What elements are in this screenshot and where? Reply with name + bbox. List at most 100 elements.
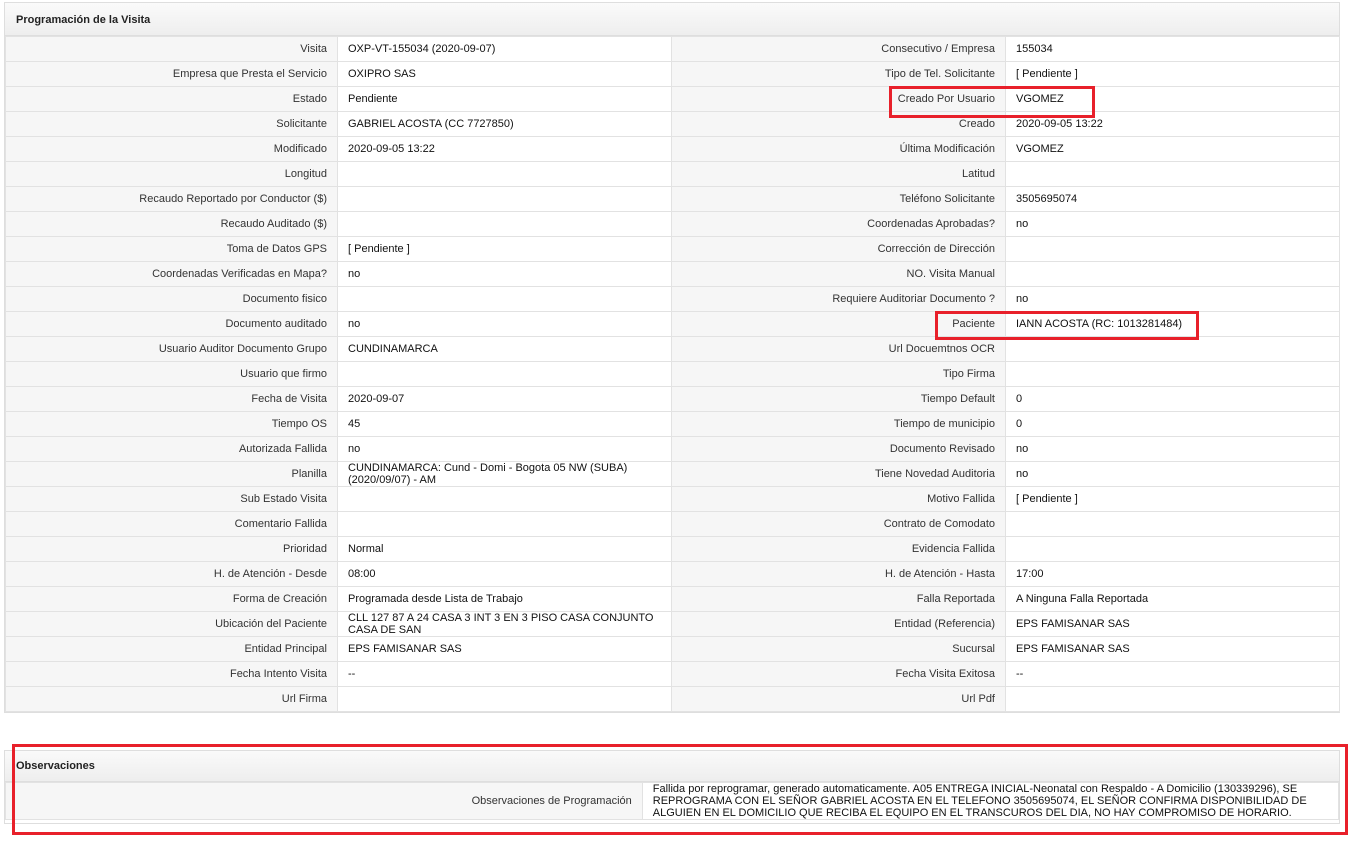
field-value: 08:00 (337, 561, 672, 587)
field-label: Evidencia Fallida (671, 536, 1006, 562)
field-label: Tiene Novedad Auditoria (671, 461, 1006, 487)
field-value (1005, 261, 1340, 287)
field-value (337, 161, 672, 187)
field-label: Solicitante (5, 111, 338, 137)
field-value: OXP-VT-155034 (2020-09-07) (337, 36, 672, 62)
field-value: 2020-09-05 13:22 (1005, 111, 1340, 137)
field-label: Teléfono Solicitante (671, 186, 1006, 212)
field-label: Corrección de Dirección (671, 236, 1006, 262)
table-row: Entidad Principal EPS FAMISANAR SAS Sucurs… (5, 636, 1340, 662)
field-label: Creado Por Usuario (671, 86, 1006, 112)
field-value: no (1005, 286, 1340, 312)
field-label: Sub Estado Visita (5, 486, 338, 512)
field-value: no (1005, 461, 1340, 487)
field-label: Documento fisico (5, 286, 338, 312)
field-value: Programada desde Lista de Trabajo (337, 586, 672, 612)
field-value: no (1005, 436, 1340, 462)
field-value (337, 211, 672, 237)
field-label: H. de Atención - Desde (5, 561, 338, 587)
field-label: Url Docuemtnos OCR (671, 336, 1006, 362)
field-value (1005, 161, 1340, 187)
field-label: Url Firma (5, 686, 338, 712)
table-row: Prioridad Normal Evidencia Fallida (5, 536, 1340, 562)
table-row: Visita OXP-VT-155034 (2020-09-07) Consecut… (5, 36, 1340, 62)
field-value: VGOMEZ (1005, 136, 1340, 162)
field-value (1005, 236, 1340, 262)
field-value: EPS FAMISANAR SAS (1005, 636, 1340, 662)
field-value (1005, 511, 1340, 537)
field-value (337, 186, 672, 212)
field-value: no (337, 436, 672, 462)
field-label: Fecha Intento Visita (5, 661, 338, 687)
field-value: GABRIEL ACOSTA (CC 7727850) (337, 111, 672, 137)
table-row: Comentario Fallida Contrato de Comodato (5, 511, 1340, 537)
field-label: Comentario Fallida (5, 511, 338, 537)
table-row: Modificado 2020-09-05 13:22 Última Modific… (5, 136, 1340, 162)
field-label: Falla Reportada (671, 586, 1006, 612)
programacion-table: Visita OXP-VT-155034 (2020-09-07) Consecut… (5, 36, 1340, 712)
field-value: EPS FAMISANAR SAS (337, 636, 672, 662)
field-value: Normal (337, 536, 672, 562)
table-row: Sub Estado Visita Motivo Fallida[ Pendien… (5, 486, 1340, 512)
field-label: Prioridad (5, 536, 338, 562)
observaciones-label: Observaciones de Programación (5, 782, 643, 820)
field-value (337, 511, 672, 537)
field-label: Requiere Auditoriar Documento ? (671, 286, 1006, 312)
field-label: Última Modificación (671, 136, 1006, 162)
table-row: Recaudo Reportado por Conductor ($) Teléf… (5, 186, 1340, 212)
field-label: Toma de Datos GPS (5, 236, 338, 262)
field-value: CLL 127 87 A 24 CASA 3 INT 3 EN 3 PISO C… (337, 611, 672, 637)
field-value (337, 286, 672, 312)
field-value: A Ninguna Falla Reportada (1005, 586, 1340, 612)
table-row: Ubicación del Paciente CLL 127 87 A 24 CA… (5, 611, 1340, 637)
field-label: Tiempo Default (671, 386, 1006, 412)
field-label: Autorizada Fallida (5, 436, 338, 462)
table-row: Documento fisico Requiere Auditoriar Docu… (5, 286, 1340, 312)
field-label: Latitud (671, 161, 1006, 187)
field-label: Visita (5, 36, 338, 62)
table-row: Solicitante GABRIEL ACOSTA (CC 7727850) Cr… (5, 111, 1340, 137)
field-label: Recaudo Reportado por Conductor ($) (5, 186, 338, 212)
field-value: 17:00 (1005, 561, 1340, 587)
table-row: Usuario Auditor Documento Grupo CUNDINAMA… (5, 336, 1340, 362)
field-value (1005, 361, 1340, 387)
field-label: Ubicación del Paciente (5, 611, 338, 637)
field-value (1005, 686, 1340, 712)
field-value (337, 486, 672, 512)
table-row: Observaciones de Programación Fallida po… (5, 782, 1340, 820)
field-label: Documento auditado (5, 311, 338, 337)
field-label: Creado (671, 111, 1006, 137)
table-row: Tiempo OS 45 Tiempo de municipio 0 (5, 411, 1340, 437)
table-row: Coordenadas Verificadas en Mapa? no NO. V… (5, 261, 1340, 287)
field-label: Entidad Principal (5, 636, 338, 662)
field-label: Longitud (5, 161, 338, 187)
field-value: OXIPRO SAS (337, 61, 672, 87)
table-row: Fecha de Visita 2020-09-07 Tiempo Default… (5, 386, 1340, 412)
field-label: Usuario que firmo (5, 361, 338, 387)
field-label: Fecha de Visita (5, 386, 338, 412)
field-value: no (1005, 211, 1340, 237)
field-label: Fecha Visita Exitosa (671, 661, 1006, 687)
observaciones-table: Observaciones de Programación Fallida po… (5, 782, 1340, 820)
field-label: Sucursal (671, 636, 1006, 662)
table-row: H. de Atención - Desde 08:00 H. de Atenció… (5, 561, 1340, 587)
field-value: 45 (337, 411, 672, 437)
field-value: 155034 (1005, 36, 1340, 62)
field-label: Usuario Auditor Documento Grupo (5, 336, 338, 362)
field-value: [ Pendiente ] (337, 236, 672, 262)
field-value: [ Pendiente ] (1005, 61, 1340, 87)
table-row: Estado Pendiente Creado Por Usuario VGOMEZ (5, 86, 1340, 112)
table-row: Forma de Creación Programada desde Lista … (5, 586, 1340, 612)
field-label: Url Pdf (671, 686, 1006, 712)
table-row: Url Firma Url Pdf (5, 686, 1340, 712)
field-value: CUNDINAMARCA (337, 336, 672, 362)
table-row: Documento auditado no Paciente IANN ACOSTA… (5, 311, 1340, 337)
field-label: Tiempo OS (5, 411, 338, 437)
field-value (1005, 336, 1340, 362)
field-label: Motivo Fallida (671, 486, 1006, 512)
table-row: Autorizada Fallida no Documento Revisado … (5, 436, 1340, 462)
field-value: 0 (1005, 411, 1340, 437)
table-row: Empresa que Presta el Servicio OXIPRO SAS… (5, 61, 1340, 87)
table-row: Usuario que firmo Tipo Firma (5, 361, 1340, 387)
field-label: Coordenadas Aprobadas? (671, 211, 1006, 237)
